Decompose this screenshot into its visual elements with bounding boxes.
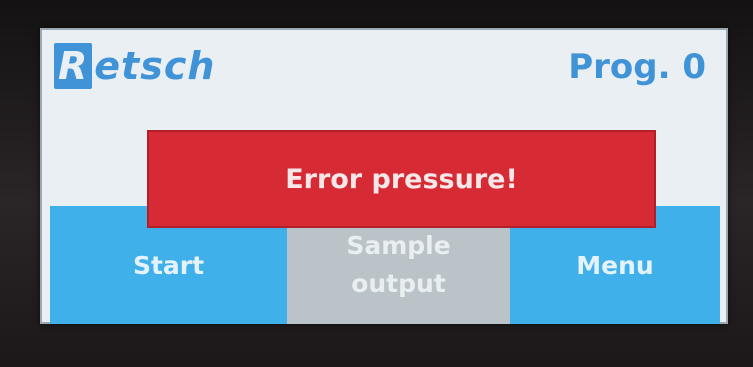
error-dialog[interactable]: Error pressure! <box>147 130 656 228</box>
error-message: Error pressure! <box>285 163 518 195</box>
logo-text: etsch <box>94 44 216 88</box>
menu-button-label: Menu <box>576 250 654 280</box>
logo-initial: R <box>54 43 93 89</box>
display-screen: Retsch Prog. 0 Start Sample output Menu … <box>40 28 728 324</box>
start-button-label: Start <box>132 250 205 280</box>
sample-output-label-line1: Sample <box>346 231 451 260</box>
retsch-logo: Retsch <box>54 43 215 89</box>
sample-output-label-line2: output <box>351 269 446 298</box>
program-indicator: Prog. 0 <box>568 47 706 87</box>
